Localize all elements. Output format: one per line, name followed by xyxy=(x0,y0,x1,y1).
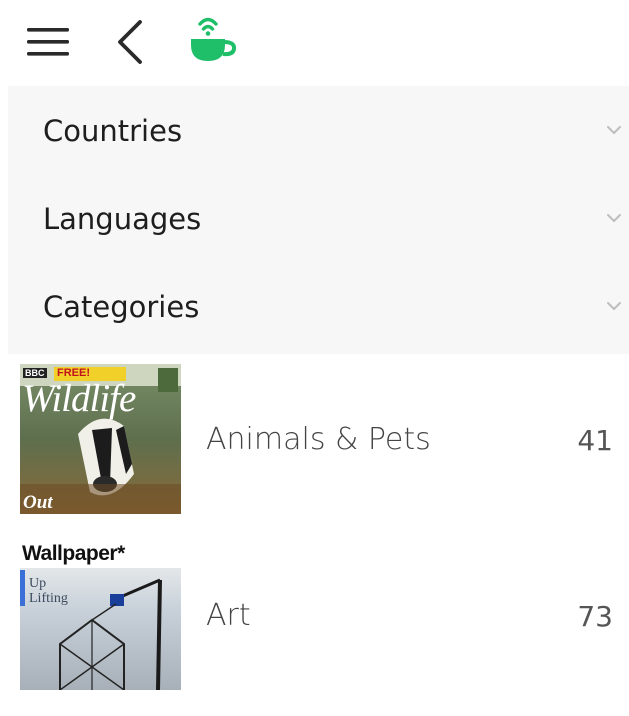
magazine-cover-wallpaper[interactable]: Wallpaper* Up Lifting xyxy=(20,540,181,690)
toolbar xyxy=(0,0,629,86)
list-item[interactable]: Wallpaper* Up Lifting Art 73 xyxy=(8,540,629,716)
filter-languages-label: Languages xyxy=(43,202,202,236)
coffee-cup-signal-icon[interactable] xyxy=(186,12,238,66)
cover-headline: Up Lifting xyxy=(29,576,68,606)
chevron-down-icon[interactable] xyxy=(606,212,622,224)
filter-countries-label: Countries xyxy=(43,114,183,148)
category-name: Art xyxy=(206,598,251,633)
list-item[interactable]: BBC FREE! Wildlife Out Animals & Pets 41 xyxy=(8,364,629,540)
filter-panel: Countries Languages Categories xyxy=(8,86,629,354)
filter-languages[interactable]: Languages xyxy=(8,174,629,262)
category-count: 73 xyxy=(577,600,613,633)
category-name: Animals & Pets xyxy=(206,422,431,457)
filter-countries[interactable]: Countries xyxy=(8,86,629,174)
chevron-left-icon[interactable] xyxy=(112,18,148,66)
magazine-cover-wildlife[interactable]: BBC FREE! Wildlife Out xyxy=(20,364,181,514)
cover-masthead: Wildlife xyxy=(22,377,136,420)
chevron-down-icon[interactable] xyxy=(606,300,622,312)
filter-categories[interactable]: Categories xyxy=(8,262,629,350)
cover-corner-text: Out xyxy=(23,492,53,513)
chevron-down-icon[interactable] xyxy=(606,124,622,136)
filter-categories-label: Categories xyxy=(43,290,200,324)
category-list: BBC FREE! Wildlife Out Animals & Pets 41 xyxy=(8,354,629,702)
category-count: 41 xyxy=(577,424,613,457)
cover-masthead: Wallpaper* xyxy=(22,542,125,565)
hamburger-menu-icon[interactable] xyxy=(26,24,70,60)
